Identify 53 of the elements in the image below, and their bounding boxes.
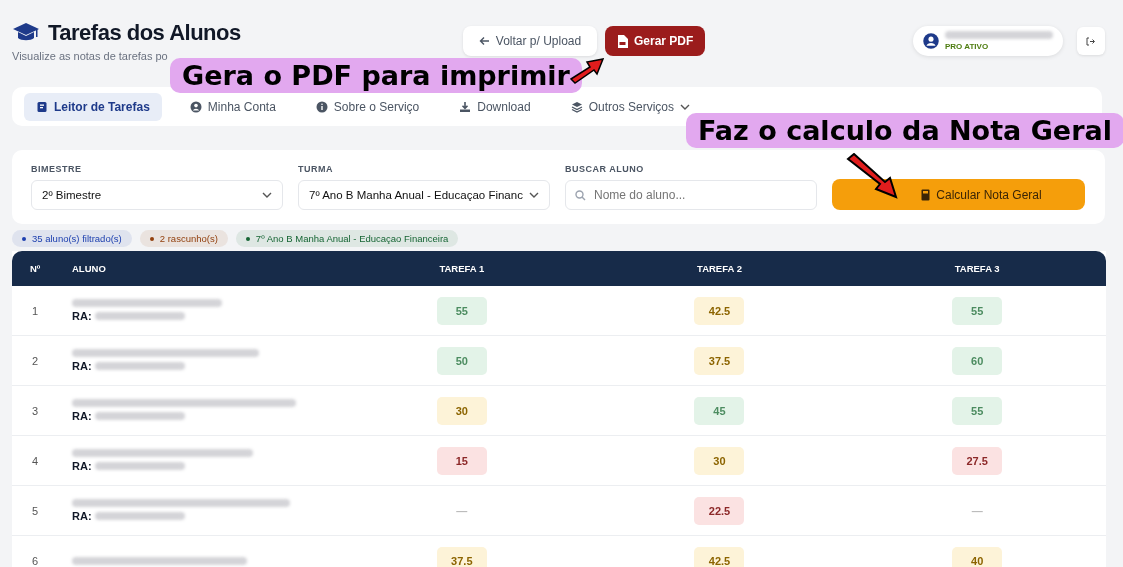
column-header: TAREFA 1 bbox=[333, 251, 591, 286]
nav-tab[interactable]: Leitor de Tarefas bbox=[24, 92, 162, 121]
grade-badge: 50 bbox=[436, 346, 487, 375]
column-header: TAREFA 3 bbox=[848, 251, 1106, 286]
pdf-button[interactable]: Gerar PDF bbox=[605, 26, 706, 56]
grade-badge: 55 bbox=[952, 396, 1003, 425]
search-field[interactable]: Nome do aluno... bbox=[565, 180, 817, 210]
column-header: ALUNO bbox=[71, 251, 333, 286]
ra-label: RA: bbox=[72, 310, 92, 322]
grade-badge: 60 bbox=[952, 346, 1003, 375]
column-header: Nº bbox=[12, 251, 71, 286]
row-number: 2 bbox=[12, 335, 71, 386]
ra-label: RA: bbox=[72, 460, 92, 472]
row-number: 5 bbox=[12, 485, 71, 536]
grade-badge: 55 bbox=[952, 296, 1003, 325]
ra-label: RA: bbox=[72, 360, 92, 372]
bimestre-select[interactable]: 2º Bimestre bbox=[31, 180, 283, 210]
row-number: 3 bbox=[12, 385, 71, 436]
grade-badge: 45 bbox=[694, 396, 745, 425]
filter-chip: 35 aluno(s) filtrado(s) bbox=[12, 230, 132, 247]
field-label: BUSCAR ALUNO bbox=[565, 164, 645, 174]
filter-chip: 7º Ano B Manha Anual - Educaçao Financeira bbox=[235, 230, 459, 247]
filter-chip: 2 rascunho(s) bbox=[139, 230, 228, 247]
grade-badge: 15 bbox=[436, 446, 487, 475]
page-title: Tarefas dos Alunos bbox=[48, 20, 241, 46]
user-badge[interactable]: PRO ATIVO bbox=[913, 26, 1063, 56]
field-label: TURMA bbox=[298, 164, 334, 174]
plan-status: PRO ATIVO bbox=[945, 42, 990, 51]
grade-badge: 27.5 bbox=[952, 446, 1003, 475]
callout-label: Gera o PDF para imprimir bbox=[170, 58, 582, 93]
grade-badge: 30 bbox=[694, 446, 745, 475]
callout-label: Faz o calculo da Nota Geral bbox=[686, 113, 1123, 148]
calculate-button[interactable]: Calcular Nota Geral bbox=[832, 179, 1085, 210]
row-number: 4 bbox=[12, 435, 71, 486]
grade-badge: 37.5 bbox=[694, 346, 745, 375]
grade-badge: 42.5 bbox=[694, 296, 745, 325]
row-number: 1 bbox=[12, 286, 71, 336]
row-number: 6 bbox=[12, 535, 71, 567]
empty-grade: — bbox=[455, 503, 469, 519]
grade-badge: 40 bbox=[952, 546, 1003, 567]
back-button[interactable]: Voltar p/ Upload bbox=[463, 26, 597, 56]
page-subtitle: Visualize as notas de tarefas po bbox=[12, 50, 169, 62]
grade-badge: 22.5 bbox=[694, 496, 745, 525]
turma-select[interactable]: 7º Ano B Manha Anual - Educaçao Financ bbox=[298, 180, 550, 210]
ra-label: RA: bbox=[72, 510, 92, 522]
field-label: BIMESTRE bbox=[31, 164, 83, 174]
ra-label: RA: bbox=[72, 410, 92, 422]
grade-badge: 55 bbox=[436, 296, 487, 325]
grade-badge: 30 bbox=[436, 396, 487, 425]
grade-badge: 37.5 bbox=[436, 546, 487, 567]
empty-grade: — bbox=[970, 503, 984, 519]
column-header: TAREFA 2 bbox=[590, 251, 849, 286]
grade-badge: 42.5 bbox=[694, 546, 745, 567]
